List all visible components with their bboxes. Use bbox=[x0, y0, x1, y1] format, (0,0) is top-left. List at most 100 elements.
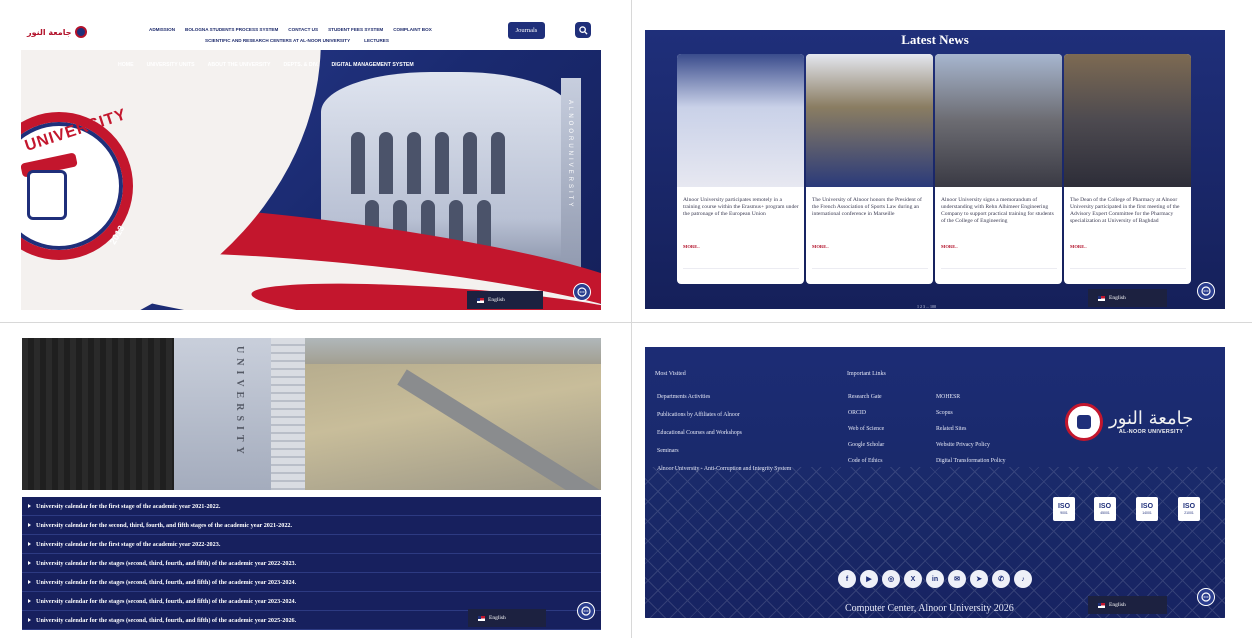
arch bbox=[491, 132, 505, 194]
nav-fees[interactable]: STUDENT FEES SYSTEM bbox=[328, 27, 383, 32]
search-button[interactable] bbox=[575, 22, 591, 38]
list-item-label: University calendar for the second, thir… bbox=[36, 521, 293, 529]
iso-label: ISO bbox=[1140, 503, 1154, 510]
footer-link[interactable]: Alnoor University - Anti-Corruption and … bbox=[657, 466, 791, 472]
footer-link[interactable]: MOHESR bbox=[936, 394, 960, 400]
site-logo[interactable]: جامعة النور bbox=[27, 26, 87, 38]
nav-research-centers[interactable]: SCIENTIFIC AND RESEARCH CENTERS AT AL-NO… bbox=[205, 38, 350, 43]
arch bbox=[477, 200, 491, 248]
chat-button[interactable] bbox=[577, 602, 595, 620]
footer-link[interactable]: ORCID bbox=[848, 410, 866, 416]
panel-latest-news: Latest News Alnoor University participat… bbox=[645, 30, 1225, 309]
footer-link[interactable]: Related Sites bbox=[936, 426, 966, 432]
email-icon[interactable]: ✉ bbox=[948, 570, 966, 588]
panel-footer: Most Visited Departments Activities Publ… bbox=[645, 347, 1225, 618]
news-more-link[interactable]: MORE.. bbox=[1070, 244, 1087, 249]
news-card[interactable]: Alnoor University signs a memorandum of … bbox=[935, 54, 1062, 284]
chat-icon bbox=[1201, 592, 1211, 602]
news-divider bbox=[683, 268, 799, 269]
us-flag-icon bbox=[1098, 295, 1105, 301]
footer-link[interactable]: Digital Transformation Policy bbox=[936, 458, 1006, 464]
news-image bbox=[677, 54, 804, 187]
language-switcher[interactable]: English bbox=[468, 609, 546, 627]
language-switcher[interactable]: English bbox=[467, 291, 543, 309]
brand-arabic: جامعة النور bbox=[1109, 408, 1194, 429]
journals-button[interactable]: Journals bbox=[508, 22, 545, 39]
chat-icon bbox=[577, 287, 587, 297]
arch bbox=[463, 132, 477, 194]
university-seal-icon bbox=[1065, 403, 1103, 441]
footer-link[interactable]: Research Gate bbox=[848, 394, 882, 400]
language-switcher[interactable]: English bbox=[1088, 596, 1167, 614]
news-card[interactable]: Alnoor University participates remotely … bbox=[677, 54, 804, 284]
news-card[interactable]: The Dean of the College of Pharmacy at A… bbox=[1064, 54, 1191, 284]
facebook-icon[interactable]: f bbox=[838, 570, 856, 588]
footer-brand: جامعة النور AL-NOOR UNIVERSITY bbox=[1065, 403, 1193, 441]
chat-icon bbox=[1201, 286, 1211, 296]
language-switcher[interactable]: English bbox=[1088, 289, 1167, 307]
iso-label: ISO bbox=[1182, 503, 1196, 510]
iso-badge: ISO 9001 bbox=[1053, 497, 1075, 521]
instagram-icon[interactable]: ◎ bbox=[882, 570, 900, 588]
nav-about[interactable]: ABOUT THE UNIVERSITY bbox=[208, 62, 271, 68]
list-item[interactable]: University calendar for the second, thir… bbox=[22, 516, 601, 535]
whatsapp-icon[interactable]: ✆ bbox=[992, 570, 1010, 588]
important-links-title: Important Links bbox=[847, 371, 886, 377]
footer-link[interactable]: Website Privacy Policy bbox=[936, 442, 990, 448]
nav-university-units[interactable]: UNIVERSITY UNITS bbox=[147, 62, 195, 68]
news-more-link[interactable]: MORE.. bbox=[941, 244, 958, 249]
youtube-icon[interactable]: ▶ bbox=[860, 570, 878, 588]
iso-badge: ISO 14001 bbox=[1136, 497, 1158, 521]
iso-label: ISO bbox=[1098, 503, 1112, 510]
footer-link[interactable]: Publications by Affiliates of Alnoor bbox=[657, 412, 740, 418]
news-divider bbox=[1070, 268, 1186, 269]
panel-university-calendar: UNIVERSITY University calendar for the f… bbox=[22, 338, 601, 631]
nav-contact[interactable]: CONTACT US bbox=[288, 27, 318, 32]
language-label: English bbox=[489, 615, 506, 621]
campus-aerial-photo: UNIVERSITY bbox=[22, 338, 601, 490]
footer-link[interactable]: Google Scholar bbox=[848, 442, 884, 448]
nav-home[interactable]: HOME bbox=[118, 62, 134, 68]
footer-link[interactable]: Educational Courses and Workshops bbox=[657, 430, 742, 436]
footer-link[interactable]: Code of Ethics bbox=[848, 458, 882, 464]
grid-divider-vertical bbox=[631, 0, 632, 638]
list-item-label: University calendar for the stages (seco… bbox=[36, 597, 297, 605]
linkedin-icon[interactable]: in bbox=[926, 570, 944, 588]
list-item[interactable]: University calendar for the first stage … bbox=[22, 497, 601, 516]
list-item[interactable]: University calendar for the stages (seco… bbox=[22, 573, 601, 592]
caret-right-icon bbox=[28, 523, 31, 527]
us-flag-icon bbox=[477, 297, 484, 303]
nav-bologna[interactable]: BOLOGNA STUDENTS PROCESS SYSTEM bbox=[185, 27, 278, 32]
nav-complaint[interactable]: COMPLAINT BOX bbox=[393, 27, 432, 32]
news-headline: Alnoor University signs a memorandum of … bbox=[941, 197, 1054, 224]
footer-link[interactable]: Seminars bbox=[657, 448, 679, 454]
news-more-link[interactable]: MORE.. bbox=[683, 244, 700, 249]
nav-lectures[interactable]: LECTURES bbox=[364, 38, 389, 43]
nav-digital-management[interactable]: DIGITAL MANAGEMENT SYSTEM bbox=[331, 62, 413, 68]
pagination[interactable]: 1 2 3 ... 100 bbox=[917, 304, 936, 309]
main-nav: HOME UNIVERSITY UNITS ABOUT THE UNIVERSI… bbox=[118, 62, 414, 68]
iso-number: 9001 bbox=[1060, 511, 1068, 515]
nav-admission[interactable]: ADMISSION bbox=[149, 27, 175, 32]
footer-link[interactable]: Web of Science bbox=[848, 426, 884, 432]
chat-button[interactable] bbox=[1197, 282, 1215, 300]
chat-button[interactable] bbox=[573, 283, 591, 301]
footer-link[interactable]: Departments Activities bbox=[657, 394, 710, 400]
nav-depts[interactable]: DEPTS. & DIV. bbox=[283, 62, 318, 68]
tiktok-icon[interactable]: ♪ bbox=[1014, 570, 1032, 588]
logo-text: جامعة النور bbox=[27, 27, 72, 37]
chat-button[interactable] bbox=[1197, 588, 1215, 606]
news-divider bbox=[812, 268, 928, 269]
footer-link[interactable]: Scopus bbox=[936, 410, 953, 416]
news-card[interactable]: The University of Alnoor honors the Pres… bbox=[806, 54, 933, 284]
telegram-icon[interactable]: ➤ bbox=[970, 570, 988, 588]
list-item[interactable]: University calendar for the stages (seco… bbox=[22, 554, 601, 573]
x-icon[interactable]: X bbox=[904, 570, 922, 588]
most-visited-title: Most Visited bbox=[655, 371, 686, 377]
brand-text: جامعة النور AL-NOOR UNIVERSITY bbox=[1109, 408, 1194, 436]
us-flag-icon bbox=[1098, 602, 1105, 608]
news-more-link[interactable]: MORE.. bbox=[812, 244, 829, 249]
chat-icon bbox=[581, 606, 591, 616]
caret-right-icon bbox=[28, 504, 31, 508]
list-item[interactable]: University calendar for the first stage … bbox=[22, 535, 601, 554]
